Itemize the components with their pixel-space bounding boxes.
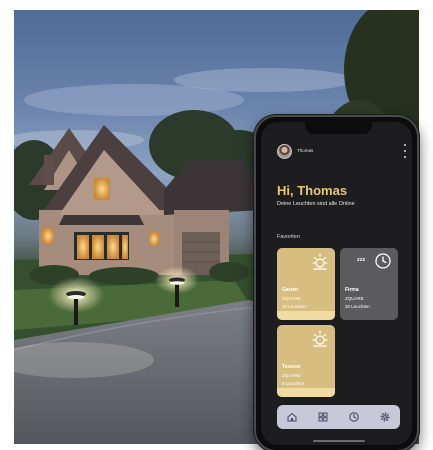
tile-name: Terasse bbox=[282, 364, 301, 370]
bottom-nav bbox=[277, 405, 400, 429]
user-name: Thomas bbox=[297, 148, 314, 153]
status-subtitle: Deine Leuchten sind alle Online bbox=[277, 201, 355, 207]
tile-name: Firma bbox=[345, 287, 359, 293]
tile-name: Garten bbox=[282, 287, 299, 293]
nav-grid[interactable] bbox=[316, 410, 330, 424]
sun-icon bbox=[312, 330, 328, 347]
tile-count: 10 Leuchten bbox=[282, 304, 307, 309]
greeting-title: Hi, Thomas bbox=[277, 183, 348, 198]
tile-brand: ZQUARE bbox=[345, 296, 364, 301]
nav-schedule[interactable] bbox=[347, 410, 361, 424]
nav-home[interactable] bbox=[285, 410, 299, 424]
phone-notch bbox=[305, 122, 372, 134]
tile-firma[interactable]: zzz Firma ZQUARE 20 Leuchten bbox=[340, 248, 398, 320]
nav-settings[interactable] bbox=[378, 410, 392, 424]
app-screen: Thomas Hi, Thomas Deine Leuchten sind al… bbox=[261, 122, 412, 445]
tile-count: 5 Leuchten bbox=[282, 381, 305, 386]
sun-icon bbox=[312, 253, 328, 270]
favorites-heading: Favoriten bbox=[277, 234, 300, 240]
sleep-zzz-icon: zzz bbox=[357, 257, 366, 263]
tile-brand: ZQUARE bbox=[282, 296, 301, 301]
more-menu-icon[interactable] bbox=[403, 144, 407, 158]
clock-icon bbox=[375, 253, 391, 269]
tile-terasse[interactable]: Terasse ZQUARE 5 Leuchten bbox=[277, 325, 335, 397]
clock-icon bbox=[349, 412, 359, 422]
tile-count: 20 Leuchten bbox=[345, 304, 370, 309]
avatar[interactable] bbox=[277, 144, 292, 159]
smartphone: Thomas Hi, Thomas Deine Leuchten sind al… bbox=[254, 115, 419, 450]
tile-brand: ZQUARE bbox=[282, 373, 301, 378]
gear-icon bbox=[380, 412, 390, 422]
grid-icon bbox=[318, 412, 328, 422]
home-icon bbox=[287, 412, 297, 422]
home-indicator bbox=[313, 440, 365, 442]
tile-garten[interactable]: Garten ZQUARE 10 Leuchten bbox=[277, 248, 335, 320]
tile-active-strip bbox=[277, 388, 335, 397]
tile-active-strip bbox=[277, 311, 335, 320]
